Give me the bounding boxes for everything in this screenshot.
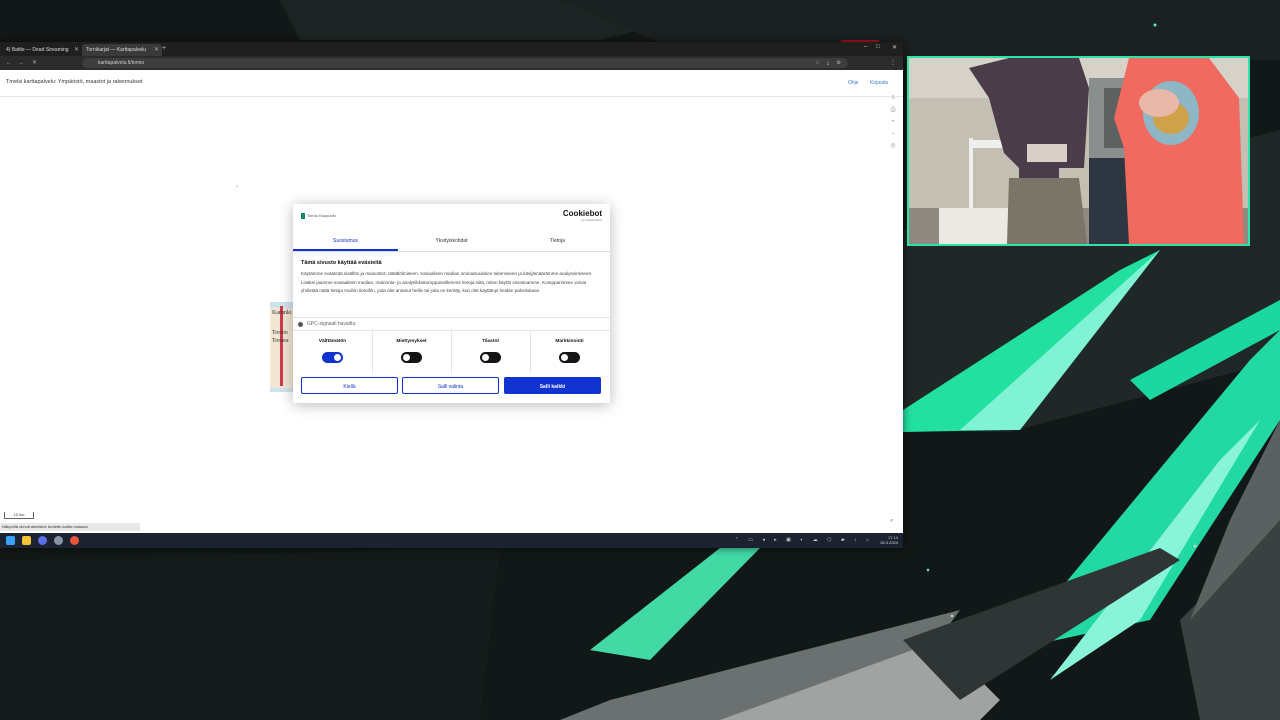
tab-details[interactable]: Yksityiskohdat [399, 232, 504, 251]
switch-knob [482, 354, 489, 361]
clock-date: 28.3.2024 [880, 540, 898, 545]
dialog-tabs: Suostumus Yksityiskohdat Tietoja [293, 232, 610, 252]
browser-status-bar: Näkyvillä olevat aineistot: tuotettu kar… [0, 523, 140, 531]
firefox-icon[interactable] [70, 536, 79, 545]
chevron-right-icon[interactable]: › [236, 184, 238, 190]
file-explorer-icon[interactable] [22, 536, 31, 545]
minimize-button[interactable]: – [864, 44, 867, 50]
allow-selection-button[interactable]: Salli valinta [402, 377, 499, 394]
allow-all-button[interactable]: Salli kaikki [504, 377, 601, 394]
map-label: Tornea [272, 338, 289, 344]
close-window-button[interactable]: ✕ [892, 44, 897, 51]
toggle-preferences: Mieltymykset [372, 331, 452, 373]
steam-icon[interactable] [54, 536, 63, 545]
cookie-consent-dialog: Tornio Kaupunki Cookiebot by Usercentric… [293, 204, 610, 403]
site-logo: Tornio Kaupunki [301, 213, 336, 219]
tab-about[interactable]: Tietoja [505, 232, 610, 251]
taskbar-clock[interactable]: 17.14 28.3.2024 [880, 535, 898, 545]
browser-toolbar: ← → ✕ karttapalvelu.fi/tornio ☆ ⤓ ⚙ ⋮ [0, 56, 903, 70]
browser-tab-stream[interactable]: 4) Battle — Dead Streaming ✕ [2, 44, 82, 56]
toggle-label: Markkinointi [555, 339, 584, 344]
gpc-row: GPC-signaali havaittu [293, 317, 610, 330]
preferences-switch[interactable] [401, 352, 422, 363]
gpc-label: GPC-signaali havaittu [307, 321, 356, 327]
map-label: Karunki [272, 310, 292, 316]
logo-mark-icon [301, 213, 305, 219]
switch-knob [403, 354, 410, 361]
stop-reload-button[interactable]: ✕ [32, 58, 37, 68]
dialog-body-text: Käytämme evästeitä sisällön ja mainosten… [301, 271, 593, 293]
toggle-statistics: Tilastot [451, 331, 531, 373]
gpc-indicator-icon [298, 322, 303, 327]
switch-knob [561, 354, 568, 361]
windows-taskbar: ⌃ ▭ ◂ ▸ ▣ ◐ ☁ ⬡ ▰ ♪ ⌂ 17.14 28.3.2024 [0, 533, 903, 548]
webcam-image [909, 58, 1248, 244]
list-icon[interactable]: ≡ [886, 92, 900, 104]
map-label: Tornio [272, 330, 288, 336]
toggle-necessary: Välttämätön [293, 331, 373, 373]
toggle-label: Tilastot [482, 339, 499, 344]
captured-screen: 4) Battle — Dead Streaming ✕ Tornikarjat… [0, 42, 903, 548]
url-text: karttapalvelu.fi/tornio [98, 60, 145, 66]
collapse-icon[interactable]: « [890, 518, 893, 524]
system-tray[interactable]: ⌃ ▭ ◂ ▸ ▣ ◐ ☁ ⬡ ▰ ♪ ⌂ [735, 536, 873, 545]
map-preview[interactable]: Karunki Tornio Tornea [270, 302, 294, 392]
address-bar[interactable]: karttapalvelu.fi/tornio ☆ ⤓ ⚙ [82, 58, 848, 68]
browser-tab-map[interactable]: Tornikarjat — Karttapalvelu ✕ [82, 44, 162, 56]
maximize-button[interactable]: □ [876, 44, 880, 50]
zoom-in-icon[interactable]: + [886, 116, 900, 128]
locate-icon[interactable]: ◎ [886, 140, 900, 152]
windows-icon[interactable] [6, 536, 15, 545]
cookiebot-sub: by Usercentrics [581, 218, 602, 222]
zoom-out-icon[interactable]: − [886, 128, 900, 140]
statistics-switch[interactable] [480, 352, 501, 363]
site-header: Tmelsi karttapalvelu: Ympäristö, maastot… [0, 70, 903, 97]
consent-toggles: Välttämätön Mieltymykset Tilastot Markki… [293, 330, 610, 375]
switch-knob [334, 354, 341, 361]
toggle-label: Mieltymykset [396, 339, 427, 344]
browser-icon[interactable] [38, 536, 47, 545]
map-scale-bar: 10 km [4, 512, 34, 519]
browser-tab-strip: 4) Battle — Dead Streaming ✕ Tornikarjat… [0, 42, 903, 56]
page-title: Tmelsi karttapalvelu: Ympäristö, maastot… [6, 79, 143, 85]
tab-label: 4) Battle — Dead Streaming [6, 47, 69, 53]
print-icon[interactable]: ⎙ [886, 104, 900, 116]
toggle-label: Välttämätön [318, 339, 347, 344]
map-border-line [280, 306, 283, 386]
cookiebot-name: Cookiebot [562, 209, 602, 218]
webcam-feed [907, 56, 1250, 246]
tab-close-icon[interactable]: ✕ [74, 44, 79, 56]
toggle-marketing: Markkinointi [530, 331, 609, 373]
login-link[interactable]: Kirjaudu [870, 80, 888, 86]
map-toolbar: ≡ ⎙ + − ◎ [886, 92, 900, 152]
dialog-heading: Tämä sivusto käyttää evästeitä [301, 260, 382, 266]
marketing-switch[interactable] [559, 352, 580, 363]
deny-button[interactable]: Kiellä [301, 377, 398, 394]
tab-close-icon[interactable]: ✕ [154, 44, 159, 56]
back-button[interactable]: ← [6, 58, 12, 68]
cookiebot-logo[interactable]: Cookiebot by Usercentrics [563, 209, 602, 222]
browser-menu-icon[interactable]: ⋮ [890, 58, 896, 68]
tab-label: Tornikarjat — Karttapalvelu [86, 47, 147, 53]
necessary-switch[interactable] [322, 352, 343, 363]
new-tab-button[interactable]: + [162, 44, 166, 54]
forward-button[interactable]: → [18, 58, 24, 68]
address-bar-icons[interactable]: ☆ ⤓ ⚙ [815, 58, 844, 68]
help-link[interactable]: Ohje [848, 80, 859, 86]
brand-name: Tornio Kaupunki [307, 213, 336, 219]
tab-consent[interactable]: Suostumus [293, 232, 398, 251]
